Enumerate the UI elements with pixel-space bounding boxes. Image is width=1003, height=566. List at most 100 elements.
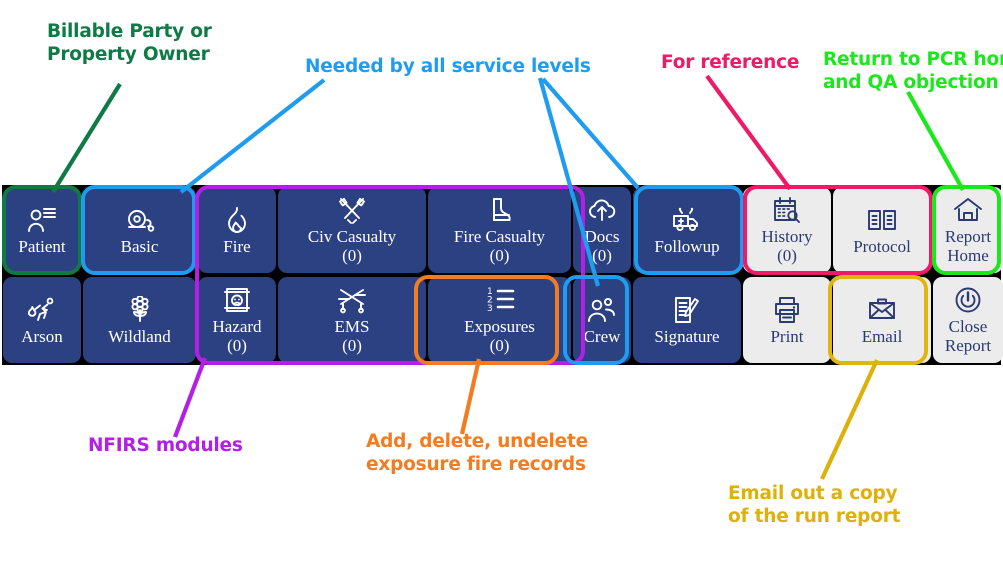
toolbar-button-fire-casualty[interactable]: Fire Casualty (0)	[428, 187, 571, 273]
line-for-reference	[705, 74, 792, 191]
toolbar-button-report-home[interactable]: Report Home	[933, 187, 1003, 273]
toolbar-button-label: Fire	[223, 236, 251, 256]
toolbar-button-fire[interactable]: Fire	[198, 187, 276, 273]
toolbar-button-patient[interactable]: Patient	[3, 187, 81, 273]
toolbar-button-label: Hazard	[212, 317, 262, 336]
toolbar-cell: EMS (0)	[277, 275, 427, 365]
toolbar-button-email[interactable]: Email	[833, 277, 931, 363]
arsonist-running-icon	[26, 295, 58, 325]
toolbar-cell: Hazard (0)	[197, 275, 277, 365]
toolbar-button-count: (0)	[592, 246, 612, 265]
toolbar-cell: History (0)	[742, 185, 832, 275]
toolbar-button-label: Signature	[654, 326, 720, 346]
line-exposure	[459, 358, 482, 435]
toolbar-cell: Print	[742, 275, 832, 365]
toolbar-button-civ-casualty[interactable]: Civ Casualty (0)	[278, 187, 426, 273]
toolbar-button-label: History	[761, 227, 813, 246]
toolbar-button-count: (0)	[777, 246, 797, 265]
power-icon	[954, 285, 982, 315]
signature-doc-icon	[672, 295, 702, 325]
flower-icon	[125, 295, 155, 325]
toolbar-button-label: Arson	[21, 326, 63, 346]
annotated-toolbar-screenshot: Patient Basic Fire Civ Casualty (0) Fire Casu…	[0, 0, 1003, 566]
toolbar-cell: Arson	[2, 275, 82, 365]
line-nfirs	[173, 357, 207, 438]
home-icon	[953, 195, 983, 225]
toolbar-button-label: Print	[770, 326, 804, 346]
toolbar-button-print[interactable]: Print	[743, 277, 831, 363]
numbered-list-icon: 123	[485, 285, 515, 315]
toolbar-cell: Fire Casualty (0)	[427, 185, 572, 275]
toolbar-button-history[interactable]: History (0)	[743, 187, 831, 273]
ambulance-icon	[671, 205, 703, 235]
toolbar-row-1: Patient Basic Fire Civ Casualty (0) Fire Casu…	[2, 185, 1003, 275]
toolbar-button-count: (0)	[489, 246, 510, 265]
toolbar-button-arson[interactable]: Arson	[3, 277, 81, 363]
toolbar-cell: Docs (0)	[572, 185, 632, 275]
printer-icon	[772, 295, 802, 325]
flame-icon	[222, 205, 252, 235]
toolbar-button-close-report[interactable]: Close Report	[933, 277, 1003, 363]
toolbar-button-label: Civ Casualty	[307, 227, 397, 246]
toolbar-button-followup[interactable]: Followup	[633, 187, 741, 273]
cloud-upload-icon	[588, 195, 616, 225]
toolbar-cell: Crew	[572, 275, 632, 365]
toolbar-button-label: Exposures	[464, 317, 535, 336]
toolbar-button-crew[interactable]: Crew	[573, 277, 631, 363]
toolbar-button-exposures[interactable]: 1 2 3 Exposures (0)	[428, 277, 571, 363]
toolbar-cell: Report Home	[932, 185, 1003, 275]
annotation-return-pcr-home: Return to PCR home and QA objection list	[823, 49, 1003, 93]
toolbar-button-signature[interactable]: Signature	[633, 277, 741, 363]
toolbar-button-label: Protocol	[853, 236, 911, 256]
person-list-icon	[27, 205, 57, 235]
toolbar-button-label: Basic	[120, 236, 159, 256]
toolbar-button-label: Close Report	[944, 317, 992, 355]
toolbar-button-count: (0)	[489, 336, 510, 355]
toolbar-cell: Protocol	[832, 185, 932, 275]
toolbar-button-hazard[interactable]: Hazard (0)	[198, 277, 276, 363]
hazard-drum-icon	[223, 285, 251, 315]
toolbar-cell: Basic	[82, 185, 197, 275]
toolbar-cell: Followup	[632, 185, 742, 275]
toolbar-button-wildland[interactable]: Wildland	[83, 277, 196, 363]
stretcher-icon	[336, 285, 368, 315]
line-needed-1	[179, 78, 326, 194]
line-billable-party	[51, 82, 122, 194]
line-return-home	[906, 90, 965, 192]
toolbar-cell: Civ Casualty (0)	[277, 185, 427, 275]
people-icon	[587, 295, 617, 325]
calendar-search-icon	[772, 195, 802, 225]
crossed-axes-icon	[337, 195, 367, 225]
toolbar-cell: Email	[832, 275, 932, 365]
toolbar-cell: Close Report	[932, 275, 1003, 365]
toolbar-button-label: Followup	[654, 236, 720, 256]
toolbar-cell: Signature	[632, 275, 742, 365]
toolbar-button-ems[interactable]: EMS (0)	[278, 277, 426, 363]
envelope-icon	[867, 295, 897, 325]
annotation-exposure-records: Add, delete, undelete exposure fire reco…	[366, 431, 589, 475]
toolbar-button-label: Docs	[584, 227, 620, 246]
annotation-for-reference: For reference	[661, 52, 800, 73]
line-needed-3	[541, 77, 640, 190]
toolbar-button-label: Wildland	[108, 326, 171, 346]
toolbar-button-label: Crew	[583, 326, 621, 346]
annotation-nfirs-modules: NFIRS modules	[88, 435, 243, 456]
fire-alarm-bell-icon	[125, 205, 155, 235]
toolbar-button-count: (0)	[342, 246, 362, 265]
toolbar-cell: 1 2 3 Exposures (0)	[427, 275, 572, 365]
toolbar-button-basic[interactable]: Basic	[83, 187, 196, 273]
toolbar-button-protocol[interactable]: Protocol	[833, 187, 931, 273]
toolbar-button-label: Fire Casualty	[453, 227, 546, 246]
toolbar-cell: Fire	[197, 185, 277, 275]
line-email	[820, 359, 879, 480]
toolbar-button-count: (0)	[342, 336, 362, 355]
toolbar-button-docs[interactable]: Docs (0)	[573, 187, 631, 273]
toolbar-button-label: Patient	[18, 236, 66, 256]
open-book-icon	[867, 205, 897, 235]
toolbar-button-label: Email	[861, 326, 903, 346]
toolbar-row-2: Arson Wildland Hazard (0) EMS (0) 1 2 3 Exposures…	[2, 275, 1003, 365]
toolbar-button-count: (0)	[227, 336, 247, 355]
annotation-billable-party: Billable Party or Property Owner	[47, 21, 212, 65]
toolbar-cell: Wildland	[82, 275, 197, 365]
report-module-toolbar: Patient Basic Fire Civ Casualty (0) Fire Casu…	[2, 185, 1003, 365]
